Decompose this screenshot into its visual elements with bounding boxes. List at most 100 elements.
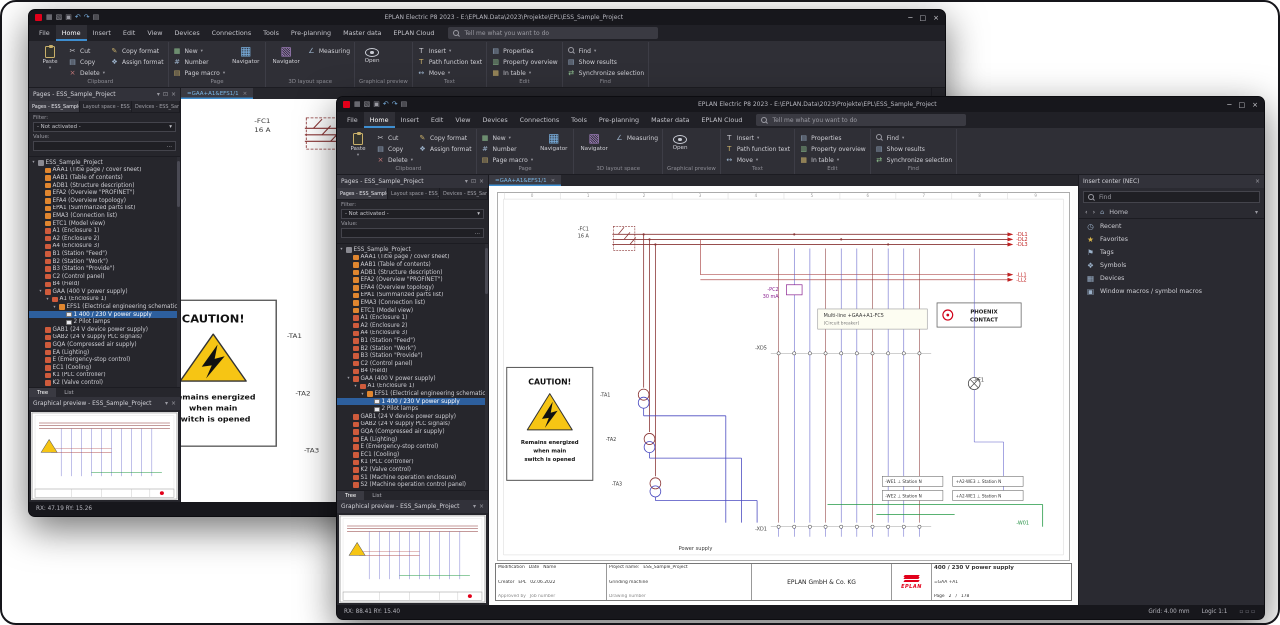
tree-item[interactable]: AAA1 (Title page / cover sheet) [337,254,488,262]
tree-item[interactable]: S2 (Machine operation control panel) [337,481,488,489]
tree-item[interactable]: AAA1 (Title page / cover sheet) [29,167,180,175]
panel-pin-icon[interactable]: ⊡ [471,178,476,185]
schematic-drawing[interactable]: 0123456789-DL1-DL2-DL3-LL1-LL2Multi-line… [495,190,1072,563]
panel-close-icon[interactable]: × [171,400,176,407]
panel-menu-icon[interactable]: ▾ [473,503,476,510]
property-overview-button[interactable]: ▥Property overview [799,144,866,154]
ribbon-tab-master-data[interactable]: Master data [337,25,387,41]
insert-center-search[interactable]: Find [1083,191,1260,203]
tree-item[interactable]: EFA4 (Overview topology) [29,197,180,205]
insert-center-item-tag[interactable]: ⚑Tags [1079,246,1264,259]
tree-item[interactable]: K2 (Valve control) [337,466,488,474]
in-table-button[interactable]: ▦In table▾ [491,68,558,78]
schematic-canvas[interactable]: 0123456789-DL1-DL2-DL3-LL1-LL2Multi-line… [489,186,1078,605]
cut-button[interactable]: ✂Cut [376,133,413,143]
tellme-search-box[interactable]: Tell me what you want to do [448,27,658,39]
ribbon-tab-devices[interactable]: Devices [168,25,205,41]
show-results-button[interactable]: ▤Show results [875,144,952,154]
tab-list[interactable]: List [364,491,389,500]
tree-item[interactable]: 1 400 / 230 V power supply [337,398,488,406]
tree-item[interactable]: ETC1 (Model view) [29,220,180,228]
page-navigator-button[interactable]: ▦Navigator [538,131,569,152]
print-icon[interactable]: ▤ [401,101,408,108]
close-button[interactable]: × [933,14,939,22]
titlebar[interactable]: ▦▧▣↶↷▤ EPLAN Electric P8 2023 - E:\EPLAN… [337,97,1264,112]
ribbon-tab-pre-planning[interactable]: Pre-planning [285,25,337,41]
tree-item[interactable]: A1 (Enclosure 1) [29,227,180,235]
tree-item[interactable]: EC1 (Cooling) [337,451,488,459]
insert-center-item-devices[interactable]: ▦Devices [1079,272,1264,285]
ribbon-tab-view[interactable]: View [141,25,168,41]
tree-item[interactable]: AAB1 (Table of contents) [29,174,180,182]
insert-text-button[interactable]: TInsert▾ [417,46,482,56]
tree-item[interactable]: GQA (Compressed air supply) [29,341,180,349]
tree-item[interactable]: B4 (Field) [337,368,488,376]
delete-button[interactable]: ×Delete▾ [376,155,413,165]
tree-item[interactable]: EA (Lighting) [337,436,488,444]
preview-panel-header[interactable]: Graphical preview - ESS_Sample_Project▾× [29,397,180,410]
assign-format-button[interactable]: ❖Assign format [418,144,472,154]
open-icon[interactable]: ▧ [56,14,63,21]
tree-item[interactable]: B3 (Station "Provide") [337,352,488,360]
tree-item[interactable]: ▾ESS_Sample_Project [337,246,488,254]
ribbon-tab-file[interactable]: File [341,112,364,128]
ribbon-tab-pre-planning[interactable]: Pre-planning [593,112,645,128]
tree-item[interactable]: EA (Lighting) [29,349,180,357]
find-button[interactable]: Find▾ [875,133,952,143]
ribbon-tab-edit[interactable]: Edit [117,25,141,41]
in-table-button[interactable]: ▦In table▾ [799,155,866,165]
tree-item[interactable]: EPA1 (Summarized parts list) [29,205,180,213]
ribbon-tab-view[interactable]: View [449,112,476,128]
path-function-text-button[interactable]: TPath function text [725,144,790,154]
open-icon[interactable]: ▧ [364,101,371,108]
tree-item[interactable]: EC1 (Cooling) [29,364,180,372]
tree-item[interactable]: A4 (Enclosure 3) [337,330,488,338]
tree-item[interactable]: ADB1 (Structure description) [29,182,180,190]
ribbon-tab-eplan-cloud[interactable]: EPLAN Cloud [387,25,440,41]
tree-item[interactable]: ADB1 (Structure description) [337,269,488,277]
properties-button[interactable]: ▤Properties [799,133,866,143]
value-input[interactable]: … [33,141,176,151]
pages-panel-header[interactable]: Pages - ESS_Sample_Project▾⊡× [337,175,488,188]
tree-item[interactable]: 2 Pilot lamps [29,318,180,326]
redo-icon[interactable]: ↷ [392,101,398,108]
save-icon[interactable]: ▣ [65,14,72,21]
panel-close-icon[interactable]: × [479,503,484,510]
expander-icon[interactable]: ▾ [52,305,57,310]
layout-space-navigator-button[interactable]: ▧Navigator [270,44,301,65]
graphical-preview-canvas[interactable] [31,412,178,500]
insert-center-item-clock[interactable]: ◷Recent [1079,220,1264,233]
preview-panel-header[interactable]: Graphical preview - ESS_Sample_Project▾× [337,500,488,513]
logic-setting[interactable]: Logic 1:1 [1202,609,1228,615]
undo-icon[interactable]: ↶ [383,101,389,108]
redo-icon[interactable]: ↷ [84,14,90,21]
show-results-button[interactable]: ▤Show results [567,57,644,67]
ribbon-tab-home[interactable]: Home [56,25,87,41]
tree-item[interactable]: GAB2 (24 V supply PLC signals) [29,334,180,342]
tree-item[interactable]: EFA2 (Overview "PROFINET") [337,276,488,284]
path-function-text-button[interactable]: TPath function text [417,57,482,67]
close-icon[interactable]: × [243,91,248,97]
tree-item[interactable]: ▾ESS_Sample_Project [29,159,180,167]
expander-icon[interactable]: ▾ [339,247,344,252]
panel-close-icon[interactable]: × [171,91,176,98]
panel-tab-2[interactable]: Devices - ESS_Samp... [132,101,180,112]
maximize-button[interactable]: □ [920,14,927,22]
tree-item[interactable]: 2 Pilot lamps [337,405,488,413]
panel-close-icon[interactable]: × [1255,178,1260,185]
tellme-search-box[interactable]: Tell me what you want to do [756,114,966,126]
new-icon[interactable]: ▦ [354,101,361,108]
tree-item[interactable]: ▾A1 (Enclosure 1) [337,383,488,391]
insert-center-item-macros[interactable]: ▣Window macros / symbol macros [1079,285,1264,298]
pages-panel-header[interactable]: Pages - ESS_Sample_Project▾⊡× [29,88,180,101]
tree-item[interactable]: C2 (Control panel) [29,273,180,281]
tree-item[interactable]: A2 (Enclosure 2) [29,235,180,243]
tree-item[interactable]: K2 (Valve control) [29,379,180,387]
tree-item[interactable]: GAB2 (24 V supply PLC signals) [337,421,488,429]
tree-item[interactable]: ▾GAA (400 V power supply) [337,375,488,383]
expander-icon[interactable]: ▾ [31,160,36,165]
ribbon-tab-insert[interactable]: Insert [87,25,117,41]
panel-pin-icon[interactable]: ⊡ [163,91,168,98]
new-page-button[interactable]: ▦New▾ [173,46,226,56]
tree-item[interactable]: B3 (Station "Provide") [29,265,180,273]
